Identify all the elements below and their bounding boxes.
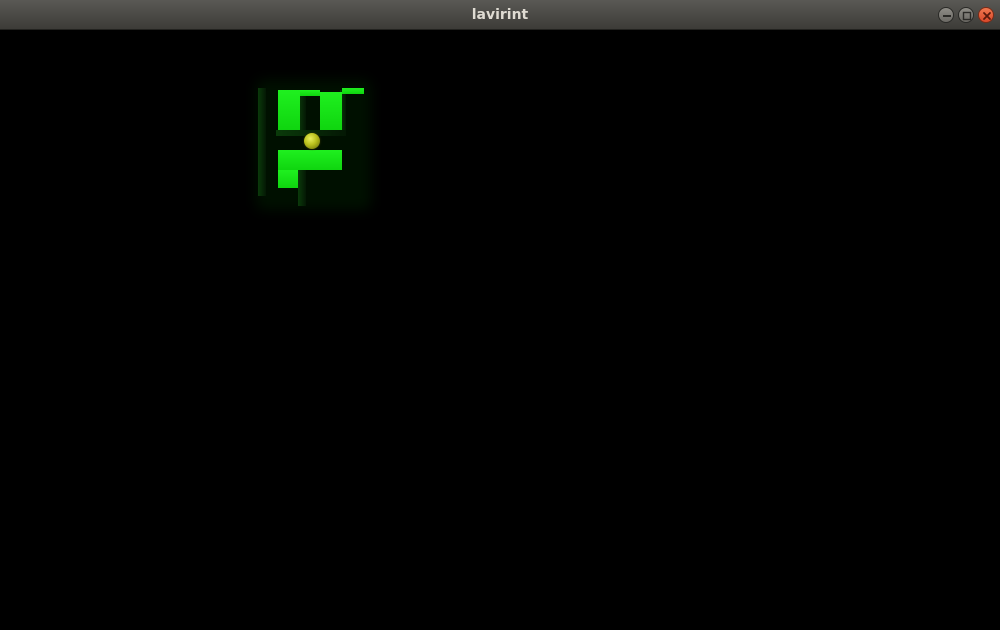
game-canvas[interactable] (0, 30, 1000, 630)
maze-wall (300, 90, 320, 96)
maze-wall (342, 88, 364, 94)
close-icon (983, 12, 991, 20)
player-ball (304, 133, 320, 149)
maze-wall-side (258, 88, 266, 196)
maze-wall (278, 170, 298, 188)
minimize-icon (943, 15, 951, 17)
minimize-button[interactable] (938, 7, 954, 23)
maze-wall (278, 150, 342, 170)
title-bar[interactable]: lavirint (0, 0, 1000, 30)
maximize-icon (962, 11, 972, 21)
maze-wall (320, 92, 342, 130)
close-button[interactable] (978, 7, 994, 23)
maze-wall-side (298, 170, 306, 206)
maximize-button[interactable] (958, 7, 974, 23)
game-window: lavirint (0, 0, 1000, 630)
window-title: lavirint (471, 7, 529, 23)
maze-wall (278, 90, 300, 130)
